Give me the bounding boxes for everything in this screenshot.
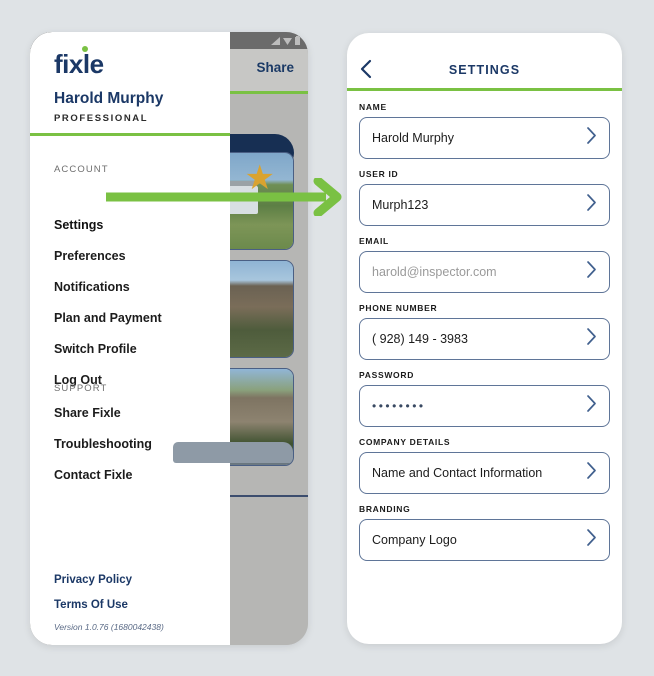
field-group-name: NAME Harold Murphy [359, 102, 610, 159]
fixle-logo: fixle [54, 49, 104, 79]
field-label: PASSWORD [359, 370, 415, 380]
page-title: SETTINGS [448, 63, 521, 77]
status-bar-icons [271, 36, 300, 45]
field-label: PHONE NUMBER [359, 303, 438, 313]
chevron-right-icon [585, 327, 598, 351]
field-group-phone-number: PHONE NUMBER ( 928) 149 - 3983 [359, 303, 610, 360]
settings-field-phone-number[interactable]: ( 928) 149 - 3983 [359, 318, 610, 360]
sidebar-item-share-fixle[interactable]: Share Fixle [54, 406, 121, 420]
chevron-right-icon [585, 260, 598, 284]
wifi-icon [283, 37, 292, 45]
chevron-right-icon [585, 193, 598, 217]
sidebar-item-plan-and-payment[interactable]: Plan and Payment [54, 311, 162, 325]
field-label: NAME [359, 102, 387, 112]
privacy-policy-link[interactable]: Privacy Policy [54, 574, 132, 586]
user-name: Harold Murphy [54, 90, 164, 107]
field-label: BRANDING [359, 504, 411, 514]
field-group-company-details: COMPANY DETAILS Name and Contact Informa… [359, 437, 610, 494]
sidebar-item-troubleshooting[interactable]: Troubleshooting [54, 437, 152, 451]
field-value: Murph123 [372, 198, 429, 212]
field-value: ( 928) 149 - 3983 [372, 332, 468, 346]
terms-of-use-link[interactable]: Terms Of Use [54, 599, 128, 611]
sidebar-item-preferences[interactable]: Preferences [54, 249, 126, 263]
settings-header: SETTINGS [347, 33, 622, 91]
settings-field-password[interactable]: •••••••• [359, 385, 610, 427]
settings-screen: SETTINGS NAME Harold Murphy USER ID Murp… [347, 33, 622, 644]
field-label: EMAIL [359, 236, 389, 246]
field-value: harold@inspector.com [372, 265, 497, 279]
left-phone-mockup: Share ★ fixle Harold Murphy PROFESSIONAL… [30, 32, 308, 645]
field-value: Harold Murphy [372, 131, 454, 145]
header-green-rule [347, 88, 622, 91]
field-label: USER ID [359, 169, 399, 179]
signal-icon [271, 36, 280, 45]
settings-field-branding[interactable]: Company Logo [359, 519, 610, 561]
sidebar-item-notifications[interactable]: Notifications [54, 280, 130, 294]
field-value: Name and Contact Information [372, 466, 543, 480]
battery-icon [295, 36, 300, 45]
settings-field-name[interactable]: Harold Murphy [359, 117, 610, 159]
sidebar-item-switch-profile[interactable]: Switch Profile [54, 342, 137, 356]
drawer-green-rule [30, 133, 230, 136]
user-role: PROFESSIONAL [54, 113, 149, 124]
field-group-user-id: USER ID Murph123 [359, 169, 610, 226]
settings-field-list: NAME Harold Murphy USER ID Murph123 EMAI… [347, 89, 622, 561]
chevron-right-icon [585, 394, 598, 418]
chevron-right-icon [585, 126, 598, 150]
green-dot-icon [82, 46, 88, 52]
background-share-label: Share [256, 60, 294, 75]
section-header-account: ACCOUNT [54, 164, 109, 175]
version-label: Version 1.0.76 (1680042438) [54, 622, 164, 632]
field-group-branding: BRANDING Company Logo [359, 504, 610, 561]
settings-field-email[interactable]: harold@inspector.com [359, 251, 610, 293]
field-value: Company Logo [372, 533, 457, 547]
field-group-password: PASSWORD •••••••• [359, 370, 610, 427]
field-label: COMPANY DETAILS [359, 437, 451, 447]
chevron-right-icon [585, 528, 598, 552]
sidebar-item-settings[interactable]: Settings [54, 218, 103, 232]
star-icon: ★ [244, 159, 275, 197]
side-drawer: fixle Harold Murphy PROFESSIONAL ACCOUNT… [30, 32, 230, 645]
settings-field-company-details[interactable]: Name and Contact Information [359, 452, 610, 494]
sidebar-item-contact-fixle[interactable]: Contact Fixle [54, 468, 133, 482]
section-header-support: SUPPORT [54, 383, 108, 394]
chevron-right-icon [585, 461, 598, 485]
field-value: •••••••• [372, 399, 426, 413]
settings-field-user-id[interactable]: Murph123 [359, 184, 610, 226]
field-group-email: EMAIL harold@inspector.com [359, 236, 610, 293]
